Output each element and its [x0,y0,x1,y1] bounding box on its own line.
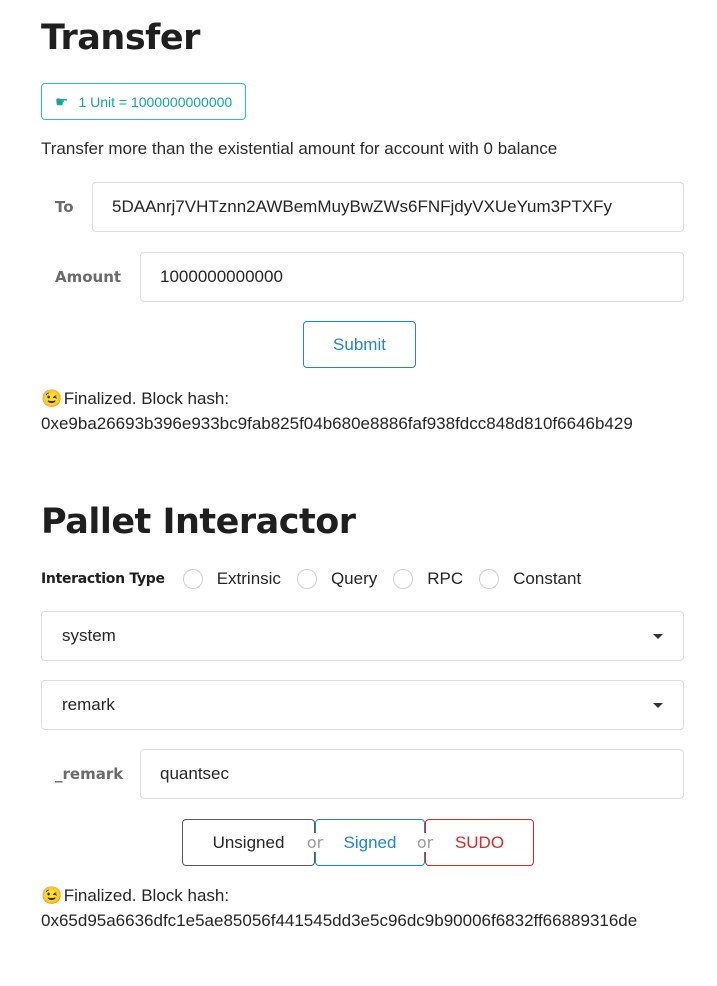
callable-select[interactable]: remark [41,680,684,730]
pallet-status: 😉 Finalized. Block hash: 0x65d95a6636dfc… [41,883,691,933]
amount-label: Amount [41,252,140,302]
transfer-heading: Transfer [41,18,200,58]
signed-button[interactable]: Signed [315,819,425,866]
radio-extrinsic[interactable]: Extrinsic [182,569,281,589]
callable-select-value: remark [62,695,115,714]
pallet-block-hash: 0x65d95a6636dfc1e5ae85056f441545dd3e5c96… [41,911,638,930]
amount-field: Amount 1000000000000 [41,252,684,302]
radio-constant[interactable]: Constant [479,569,581,589]
wink-emoji-icon: 😉 [41,389,63,408]
submit-button[interactable]: Submit [303,321,416,368]
unsigned-button[interactable]: Unsigned [182,819,315,866]
pallet-select[interactable]: system [41,611,684,661]
tx-button-group: Unsigned or Signed or SUDO [182,819,534,866]
radio-query[interactable]: Query [296,569,378,589]
radio-query-label: Query [330,569,378,588]
radio-circle[interactable] [182,569,203,589]
unit-label: ☛ 1 Unit = 1000000000000 [41,83,247,120]
amount-input[interactable]: 1000000000000 [140,252,684,302]
pallet-status-text: Finalized. Block hash: [63,886,230,905]
remark-field: _remark quantsec [41,749,684,799]
caret-down-icon [653,633,663,639]
caret-down-icon [653,702,663,708]
pallet-interactor-heading: Pallet Interactor [41,502,356,542]
wink-emoji-icon: 😉 [41,886,63,905]
remark-input[interactable]: quantsec [140,749,684,799]
transfer-status: 😉 Finalized. Block hash: 0xe9ba26693b396… [41,386,691,436]
sudo-button[interactable]: SUDO [425,819,534,866]
radio-circle[interactable] [479,569,500,589]
radio-constant-label: Constant [513,569,582,588]
pallet-select-value: system [62,626,116,645]
to-label: To [41,182,92,232]
radio-circle[interactable] [296,569,317,589]
transfer-status-text: Finalized. Block hash: [63,389,230,408]
to-field: To 5DAAnrj7VHTznn2AWBemMuyBwZWs6FNFjdyVX… [41,182,684,232]
hand-point-right-icon: ☛ [55,93,69,111]
transfer-block-hash: 0xe9ba26693b396e933bc9fab825f04b680e8886… [41,414,633,433]
or-label: or [412,833,438,852]
interaction-type-group: Interaction Type Extrinsic Query RPC Con… [41,566,597,592]
radio-rpc-label: RPC [427,569,464,588]
radio-circle[interactable] [393,569,414,589]
remark-label: _remark [41,749,140,799]
unit-label-text: 1 Unit = 1000000000000 [78,93,233,110]
interaction-type-label: Interaction Type [41,571,165,587]
transfer-description: Transfer more than the existential amoun… [41,139,558,158]
or-label: or [302,833,328,852]
radio-extrinsic-label: Extrinsic [216,569,281,588]
to-input[interactable]: 5DAAnrj7VHTznn2AWBemMuyBwZWs6FNFjdyVXUeY… [92,182,684,232]
radio-rpc[interactable]: RPC [393,569,463,589]
